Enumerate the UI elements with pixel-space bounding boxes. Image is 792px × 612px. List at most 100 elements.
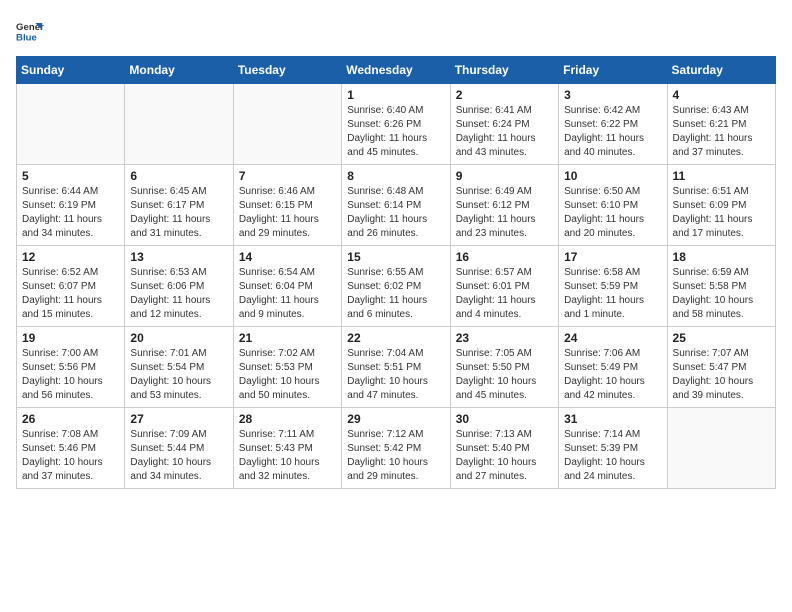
logo: General Blue [16, 16, 44, 44]
day-number: 24 [564, 331, 661, 345]
calendar-cell: 25 Sunrise: 7:07 AM Sunset: 5:47 PM Dayli… [667, 327, 775, 408]
day-info: Sunrise: 7:02 AM Sunset: 5:53 PM Dayligh… [239, 347, 336, 403]
calendar-cell: 10 Sunrise: 6:50 AM Sunset: 6:10 PM Dayli… [559, 165, 667, 246]
day-number: 8 [347, 169, 444, 183]
day-number: 27 [130, 412, 227, 426]
day-number: 30 [456, 412, 553, 426]
calendar-week-row: 12 Sunrise: 6:52 AM Sunset: 6:07 PM Dayli… [17, 246, 776, 327]
day-number: 2 [456, 88, 553, 102]
day-number: 28 [239, 412, 336, 426]
day-info: Sunrise: 6:55 AM Sunset: 6:02 PM Dayligh… [347, 266, 444, 322]
day-info: Sunrise: 6:52 AM Sunset: 6:07 PM Dayligh… [22, 266, 119, 322]
day-info: Sunrise: 6:40 AM Sunset: 6:26 PM Dayligh… [347, 104, 444, 160]
calendar-cell: 3 Sunrise: 6:42 AM Sunset: 6:22 PM Daylig… [559, 84, 667, 165]
day-info: Sunrise: 7:05 AM Sunset: 5:50 PM Dayligh… [456, 347, 553, 403]
day-info: Sunrise: 7:14 AM Sunset: 5:39 PM Dayligh… [564, 428, 661, 484]
day-number: 21 [239, 331, 336, 345]
calendar-week-row: 19 Sunrise: 7:00 AM Sunset: 5:56 PM Dayli… [17, 327, 776, 408]
calendar-cell: 18Sunrise: 6:59 AM Sunset: 5:58 PM Dayli… [667, 246, 775, 327]
day-info: Sunrise: 6:43 AM Sunset: 6:21 PM Dayligh… [673, 104, 770, 160]
day-number: 3 [564, 88, 661, 102]
calendar-cell: 28Sunrise: 7:11 AM Sunset: 5:43 PM Dayli… [233, 408, 341, 489]
day-info: Sunrise: 6:57 AM Sunset: 6:01 PM Dayligh… [456, 266, 553, 322]
day-number: 16 [456, 250, 553, 264]
calendar-cell: 24Sunrise: 7:06 AM Sunset: 5:49 PM Dayli… [559, 327, 667, 408]
calendar-cell: 14 Sunrise: 6:54 AM Sunset: 6:04 PM Dayli… [233, 246, 341, 327]
day-info: Sunrise: 6:46 AM Sunset: 6:15 PM Dayligh… [239, 185, 336, 241]
calendar-cell [17, 84, 125, 165]
day-info: Sunrise: 6:45 AM Sunset: 6:17 PM Dayligh… [130, 185, 227, 241]
calendar-cell [125, 84, 233, 165]
day-number: 25 [673, 331, 770, 345]
calendar-cell: 27 Sunrise: 7:09 AM Sunset: 5:44 PM Dayli… [125, 408, 233, 489]
svg-text:Blue: Blue [16, 33, 37, 44]
day-number: 10 [564, 169, 661, 183]
day-number: 13 [130, 250, 227, 264]
day-info: Sunrise: 7:04 AM Sunset: 5:51 PM Dayligh… [347, 347, 444, 403]
calendar-week-row: 26 Sunrise: 7:08 AM Sunset: 5:46 PM Dayli… [17, 408, 776, 489]
calendar-cell: 1 Sunrise: 6:40 AM Sunset: 6:26 PM Daylig… [342, 84, 450, 165]
col-header-monday: Monday [125, 57, 233, 84]
day-info: Sunrise: 6:50 AM Sunset: 6:10 PM Dayligh… [564, 185, 661, 241]
calendar-cell: 19 Sunrise: 7:00 AM Sunset: 5:56 PM Dayli… [17, 327, 125, 408]
day-info: Sunrise: 7:12 AM Sunset: 5:42 PM Dayligh… [347, 428, 444, 484]
calendar-week-row: 5 Sunrise: 6:44 AM Sunset: 6:19 PM Daylig… [17, 165, 776, 246]
calendar-cell: 13Sunrise: 6:53 AM Sunset: 6:06 PM Dayli… [125, 246, 233, 327]
day-info: Sunrise: 6:42 AM Sunset: 6:22 PM Dayligh… [564, 104, 661, 160]
page-header: General Blue [16, 16, 776, 44]
col-header-wednesday: Wednesday [342, 57, 450, 84]
day-info: Sunrise: 6:54 AM Sunset: 6:04 PM Dayligh… [239, 266, 336, 322]
calendar-cell: 22 Sunrise: 7:04 AM Sunset: 5:51 PM Dayli… [342, 327, 450, 408]
calendar-week-row: 1 Sunrise: 6:40 AM Sunset: 6:26 PM Daylig… [17, 84, 776, 165]
calendar-cell: 23 Sunrise: 7:05 AM Sunset: 5:50 PM Dayli… [450, 327, 558, 408]
day-number: 17 [564, 250, 661, 264]
day-number: 29 [347, 412, 444, 426]
day-number: 14 [239, 250, 336, 264]
calendar-cell: 5 Sunrise: 6:44 AM Sunset: 6:19 PM Daylig… [17, 165, 125, 246]
calendar-cell: 17Sunrise: 6:58 AM Sunset: 5:59 PM Dayli… [559, 246, 667, 327]
day-number: 20 [130, 331, 227, 345]
day-info: Sunrise: 7:00 AM Sunset: 5:56 PM Dayligh… [22, 347, 119, 403]
day-number: 22 [347, 331, 444, 345]
day-number: 23 [456, 331, 553, 345]
day-info: Sunrise: 7:01 AM Sunset: 5:54 PM Dayligh… [130, 347, 227, 403]
day-info: Sunrise: 6:41 AM Sunset: 6:24 PM Dayligh… [456, 104, 553, 160]
calendar-cell: 30 Sunrise: 7:13 AM Sunset: 5:40 PM Dayli… [450, 408, 558, 489]
calendar-table: SundayMondayTuesdayWednesdayThursdayFrid… [16, 56, 776, 489]
day-number: 4 [673, 88, 770, 102]
day-number: 19 [22, 331, 119, 345]
day-info: Sunrise: 6:49 AM Sunset: 6:12 PM Dayligh… [456, 185, 553, 241]
calendar-cell: 9 Sunrise: 6:49 AM Sunset: 6:12 PM Daylig… [450, 165, 558, 246]
calendar-cell: 26 Sunrise: 7:08 AM Sunset: 5:46 PM Dayli… [17, 408, 125, 489]
logo-icon: General Blue [16, 16, 44, 44]
day-info: Sunrise: 7:07 AM Sunset: 5:47 PM Dayligh… [673, 347, 770, 403]
calendar-cell: 31 Sunrise: 7:14 AM Sunset: 5:39 PM Dayli… [559, 408, 667, 489]
day-info: Sunrise: 6:48 AM Sunset: 6:14 PM Dayligh… [347, 185, 444, 241]
day-number: 26 [22, 412, 119, 426]
day-number: 31 [564, 412, 661, 426]
day-info: Sunrise: 6:51 AM Sunset: 6:09 PM Dayligh… [673, 185, 770, 241]
calendar-cell: 8 Sunrise: 6:48 AM Sunset: 6:14 PM Daylig… [342, 165, 450, 246]
col-header-sunday: Sunday [17, 57, 125, 84]
calendar-cell: 29 Sunrise: 7:12 AM Sunset: 5:42 PM Dayli… [342, 408, 450, 489]
calendar-cell [667, 408, 775, 489]
day-info: Sunrise: 6:44 AM Sunset: 6:19 PM Dayligh… [22, 185, 119, 241]
day-number: 11 [673, 169, 770, 183]
col-header-thursday: Thursday [450, 57, 558, 84]
calendar-header-row: SundayMondayTuesdayWednesdayThursdayFrid… [17, 57, 776, 84]
day-info: Sunrise: 7:09 AM Sunset: 5:44 PM Dayligh… [130, 428, 227, 484]
day-info: Sunrise: 7:08 AM Sunset: 5:46 PM Dayligh… [22, 428, 119, 484]
calendar-cell: 4 Sunrise: 6:43 AM Sunset: 6:21 PM Daylig… [667, 84, 775, 165]
calendar-cell: 15 Sunrise: 6:55 AM Sunset: 6:02 PM Dayli… [342, 246, 450, 327]
day-number: 5 [22, 169, 119, 183]
day-number: 9 [456, 169, 553, 183]
calendar-cell: 6Sunrise: 6:45 AM Sunset: 6:17 PM Daylig… [125, 165, 233, 246]
day-number: 1 [347, 88, 444, 102]
day-info: Sunrise: 7:13 AM Sunset: 5:40 PM Dayligh… [456, 428, 553, 484]
day-number: 15 [347, 250, 444, 264]
day-info: Sunrise: 6:59 AM Sunset: 5:58 PM Dayligh… [673, 266, 770, 322]
calendar-cell: 21 Sunrise: 7:02 AM Sunset: 5:53 PM Dayli… [233, 327, 341, 408]
calendar-cell: 12 Sunrise: 6:52 AM Sunset: 6:07 PM Dayli… [17, 246, 125, 327]
day-number: 12 [22, 250, 119, 264]
col-header-friday: Friday [559, 57, 667, 84]
